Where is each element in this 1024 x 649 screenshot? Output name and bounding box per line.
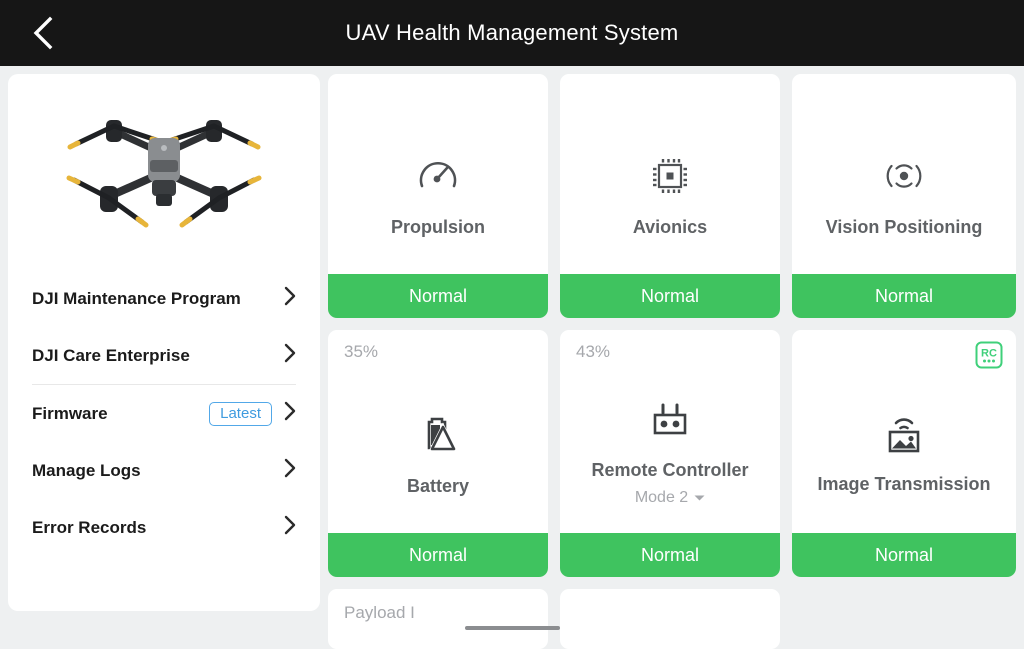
sidebar-item-firmware[interactable]: Firmware Latest (32, 385, 296, 442)
image-transmission-icon (881, 413, 927, 460)
card-title: Image Transmission (817, 473, 991, 494)
battery-icon (415, 411, 461, 462)
card-remote-controller[interactable]: 43% Remote Controller Mode 2 Normal (560, 330, 780, 577)
remote-controller-percentage: 43% (576, 342, 611, 361)
chevron-left-icon (31, 16, 55, 50)
drone-image-container (32, 74, 296, 264)
svg-text:RC: RC (981, 348, 997, 360)
card-title: Battery (406, 475, 470, 496)
sidebar-item-accessory (284, 442, 296, 499)
card-payload-1[interactable]: Payload I (328, 589, 548, 649)
sidebar-item-accessory (284, 499, 296, 556)
card-payload-2[interactable] (560, 589, 780, 649)
chevron-right-icon (284, 515, 296, 540)
card-title: Remote Controller (591, 459, 749, 480)
device-menu-list: DJI Maintenance Program DJI Care Enterpr… (32, 270, 296, 556)
sidebar-item-error-records[interactable]: Error Records (32, 499, 296, 556)
sidebar-item-label: DJI Maintenance Program (32, 288, 241, 308)
status-badge: Normal (792, 533, 1016, 577)
status-badge: Normal (792, 274, 1016, 318)
rc-source-badge: RC (974, 340, 1004, 375)
card-title: Propulsion (391, 217, 485, 237)
sidebar-item-accessory (284, 270, 296, 327)
sidebar-item-accessory (284, 327, 296, 384)
chevron-right-icon (284, 343, 296, 368)
chevron-down-icon (694, 489, 705, 507)
remote-controller-mode-dropdown[interactable]: Mode 2 (635, 489, 705, 507)
sidebar-item-dji-care-enterprise[interactable]: DJI Care Enterprise (32, 327, 296, 384)
chevron-right-icon (284, 458, 296, 483)
card-title: Payload I (344, 603, 415, 622)
sidebar-item-label: Manage Logs (32, 460, 141, 480)
sidebar-item-dji-maintenance-program[interactable]: DJI Maintenance Program (32, 270, 296, 327)
chevron-right-icon (284, 286, 296, 311)
card-avionics[interactable]: Avionics Normal (560, 74, 780, 318)
mode-label: Mode 2 (634, 488, 689, 506)
battery-percentage: 35% (344, 342, 379, 361)
health-card-grid: Propulsion Normal Avionics Normal Vision… (328, 74, 1016, 649)
chevron-right-icon (284, 401, 296, 426)
radar-sensor-icon (882, 154, 926, 203)
sidebar-item-label: Error Records (32, 517, 147, 537)
page-content: DJI Maintenance Program DJI Care Enterpr… (0, 66, 1024, 649)
card-battery[interactable]: 35% Battery Normal (328, 330, 548, 577)
status-badge: Normal (560, 533, 780, 577)
sidebar-item-accessory: Latest (209, 385, 296, 442)
card-title: Avionics (632, 217, 708, 237)
device-info-panel: DJI Maintenance Program DJI Care Enterpr… (8, 74, 320, 611)
sidebar-item-label: DJI Care Enterprise (32, 345, 190, 365)
page-title: UAV Health Management System (345, 20, 679, 45)
chip-icon (648, 154, 692, 203)
status-badge: Normal (328, 274, 548, 318)
card-title: Vision Positioning (825, 217, 983, 237)
remote-controller-icon (647, 401, 693, 446)
gauge-icon (416, 154, 460, 203)
status-badge: Normal (560, 274, 780, 318)
card-propulsion[interactable]: Propulsion Normal (328, 74, 548, 318)
uav-health-screen: UAV Health Management System DJI Mainten… (0, 0, 1024, 649)
card-image-transmission[interactable]: RC Image Transmission Normal (792, 330, 1016, 577)
back-button[interactable] (20, 0, 66, 66)
card-vision-positioning[interactable]: Vision Positioning Normal (792, 74, 1016, 318)
drone-quadcopter-image (64, 102, 264, 237)
sidebar-item-manage-logs[interactable]: Manage Logs (32, 442, 296, 499)
status-badge: Normal (328, 533, 548, 577)
sidebar-item-label: Firmware (32, 403, 108, 423)
app-header: UAV Health Management System (0, 0, 1024, 66)
scroll-indicator[interactable] (465, 626, 560, 630)
firmware-status-badge[interactable]: Latest (209, 401, 272, 426)
